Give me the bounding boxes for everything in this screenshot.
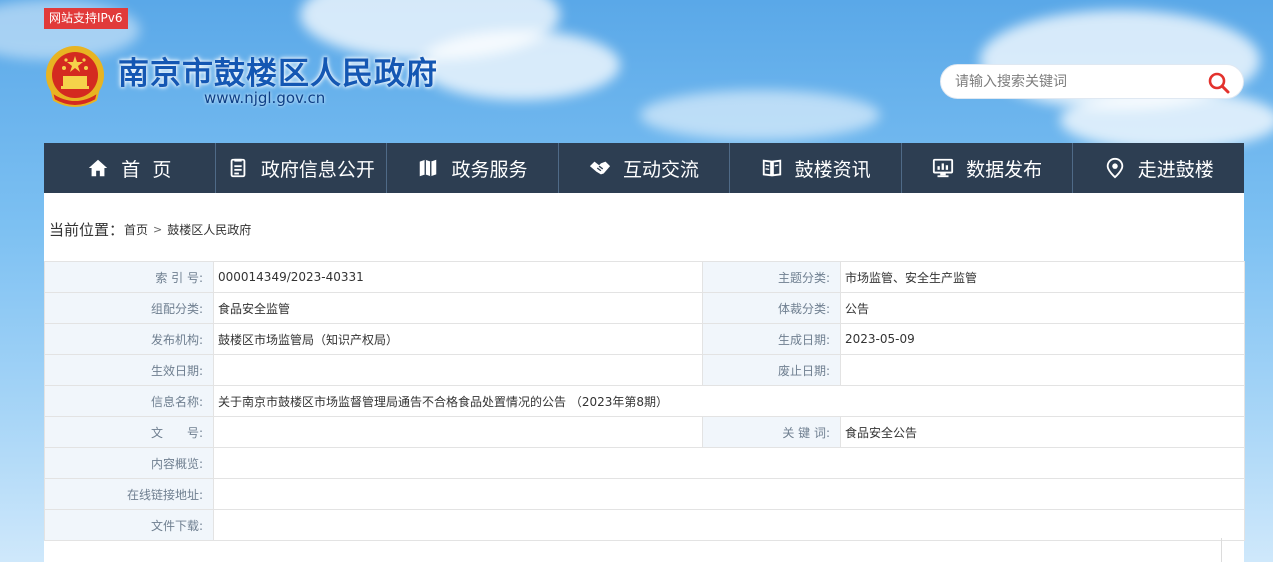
file-download-label: 文件下载: bbox=[44, 509, 214, 541]
nav-item-home[interactable]: 首 页 bbox=[44, 143, 216, 193]
search-input[interactable] bbox=[955, 72, 1195, 92]
issuer-label: 发布机构: bbox=[44, 323, 214, 355]
nav-item-data[interactable]: 数据发布 bbox=[902, 143, 1074, 193]
site-title[interactable]: 南京市鼓楼区人民政府 bbox=[118, 48, 438, 93]
divider bbox=[1221, 538, 1222, 562]
index-no-value: 000014349/2023-40331 bbox=[213, 261, 703, 293]
theme-value: 市场监管、安全生产监管 bbox=[840, 261, 1245, 293]
map-icon bbox=[420, 159, 437, 177]
nav-item-gov-info[interactable]: 政府信息公开 bbox=[216, 143, 388, 193]
table-row: 在线链接地址: bbox=[44, 478, 1245, 510]
doc-no-value bbox=[213, 416, 703, 448]
expired-date-label: 废止日期: bbox=[702, 354, 841, 386]
main-nav: 首 页 政府信息公开 政务服务 互动交流 鼓楼资讯 数据发布 走进鼓楼 bbox=[44, 143, 1244, 193]
summary-value bbox=[213, 447, 1245, 479]
keywords-label: 关 键 词: bbox=[702, 416, 841, 448]
nav-label: 数据发布 bbox=[966, 158, 1043, 181]
breadcrumb-prefix: 当前位置： bbox=[49, 221, 125, 239]
breadcrumb-home-link[interactable]: 首页 bbox=[124, 221, 148, 238]
table-row: 内容概览: bbox=[44, 447, 1245, 479]
breadcrumb-current-link[interactable]: 鼓楼区人民政府 bbox=[167, 221, 251, 238]
created-date-value: 2023-05-09 bbox=[840, 323, 1245, 355]
table-row: 文件下载: bbox=[44, 509, 1245, 541]
search-box bbox=[940, 64, 1244, 99]
nav-label: 互动交流 bbox=[623, 158, 700, 181]
nav-item-services[interactable]: 政务服务 bbox=[387, 143, 559, 193]
nav-item-interaction[interactable]: 互动交流 bbox=[559, 143, 731, 193]
table-row: 生效日期: 废止日期: bbox=[44, 354, 1245, 386]
nav-label: 政府信息公开 bbox=[260, 158, 375, 181]
search-icon[interactable] bbox=[1207, 71, 1231, 95]
site-url: www.njgl.gov.cn bbox=[204, 89, 326, 107]
book-icon bbox=[762, 159, 781, 177]
effective-date-value bbox=[213, 354, 703, 386]
table-row: 组配分类: 食品安全监管 体裁分类: 公告 bbox=[44, 292, 1245, 324]
created-date-label: 生成日期: bbox=[702, 323, 841, 355]
breadcrumb: 当前位置： 首页 > 鼓楼区人民政府 bbox=[49, 219, 251, 240]
online-link-value[interactable] bbox=[213, 478, 1245, 510]
issuer-value: 鼓楼区市场监管局（知识产权局） bbox=[213, 323, 703, 355]
table-row: 信息名称: 关于南京市鼓楼区市场监督管理局通告不合格食品处置情况的公告 （202… bbox=[44, 385, 1245, 417]
keywords-value: 食品安全公告 bbox=[840, 416, 1245, 448]
doc-no-label: 文 号: bbox=[44, 416, 214, 448]
ipv6-badge: 网站支持IPv6 bbox=[44, 8, 128, 29]
location-pin-icon bbox=[1106, 157, 1124, 179]
handshake-icon bbox=[589, 161, 611, 175]
theme-label: 主题分类: bbox=[702, 261, 841, 293]
table-row: 文 号: 关 键 词: 食品安全公告 bbox=[44, 416, 1245, 448]
genre-value: 公告 bbox=[840, 292, 1245, 324]
document-icon bbox=[230, 158, 246, 178]
breadcrumb-separator: > bbox=[153, 223, 163, 236]
home-icon bbox=[89, 159, 108, 177]
nav-item-about[interactable]: 走进鼓楼 bbox=[1073, 143, 1244, 193]
category-value: 食品安全监管 bbox=[213, 292, 703, 324]
national-emblem-icon bbox=[46, 46, 104, 107]
table-row: 索 引 号: 000014349/2023-40331 主题分类: 市场监管、安… bbox=[44, 261, 1245, 293]
genre-label: 体裁分类: bbox=[702, 292, 841, 324]
content-panel: 当前位置： 首页 > 鼓楼区人民政府 索 引 号: 000014349/2023… bbox=[44, 193, 1245, 562]
info-name-value: 关于南京市鼓楼区市场监督管理局通告不合格食品处置情况的公告 （2023年第8期） bbox=[213, 385, 1245, 417]
expired-date-value bbox=[840, 354, 1245, 386]
nav-label: 鼓楼资讯 bbox=[794, 158, 871, 181]
monitor-chart-icon bbox=[933, 158, 954, 178]
nav-label: 走进鼓楼 bbox=[1137, 158, 1214, 181]
online-link-label: 在线链接地址: bbox=[44, 478, 214, 510]
effective-date-label: 生效日期: bbox=[44, 354, 214, 386]
table-row: 发布机构: 鼓楼区市场监管局（知识产权局） 生成日期: 2023-05-09 bbox=[44, 323, 1245, 355]
summary-label: 内容概览: bbox=[44, 447, 214, 479]
nav-label: 首 页 bbox=[121, 158, 172, 181]
nav-item-news[interactable]: 鼓楼资讯 bbox=[730, 143, 902, 193]
file-download-value[interactable] bbox=[213, 509, 1245, 541]
category-label: 组配分类: bbox=[44, 292, 214, 324]
info-name-label: 信息名称: bbox=[44, 385, 214, 417]
info-table: 索 引 号: 000014349/2023-40331 主题分类: 市场监管、安… bbox=[44, 261, 1245, 541]
nav-label: 政务服务 bbox=[451, 158, 528, 181]
index-no-label: 索 引 号: bbox=[44, 261, 214, 293]
